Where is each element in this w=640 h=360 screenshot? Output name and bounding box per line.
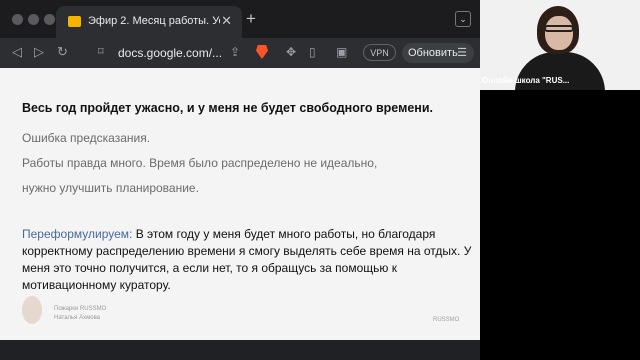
glasses-icon [544,25,574,32]
reformulate-label: Переформулируем: [22,227,133,241]
wallet-icon[interactable]: ▣ [336,45,347,59]
tab-title: Эфир 2. Месяц работы. Успех [88,15,220,27]
update-label: Обновить [408,47,458,59]
close-window-dot[interactable] [12,14,23,25]
url-text[interactable]: docs.google.com/... [118,46,228,60]
line-work-time: Работы правда много. Время было распреде… [22,156,378,170]
tab-bar: Эфир 2. Месяц работы. Успех ✕ + ⌄ [0,0,480,38]
line-planning: нужно улучшить планирование. [22,181,199,195]
slides-favicon-icon [68,16,81,27]
author-avatar [22,296,42,324]
footer-line2: Наталья Ахмова [54,315,101,321]
tab-close-icon[interactable]: ✕ [221,13,232,29]
forward-icon[interactable]: ▷ [34,44,44,60]
bookmark-icon[interactable]: ⌑ [98,45,104,58]
document-heading: Весь год пройдет ужасно, и у меня не буд… [22,101,433,115]
tab-search-icon[interactable]: ⌄ [455,11,471,27]
minimize-window-dot[interactable] [28,14,39,25]
maximize-window-dot[interactable] [44,14,55,25]
back-icon[interactable]: ◁ [12,44,22,60]
reload-icon[interactable]: ↻ [57,44,68,60]
document-page: Весь год пройдет ужасно, и у меня не буд… [0,68,480,340]
browser-window: Эфир 2. Месяц работы. Успех ✕ + ⌄ ◁ ▷ ↻ … [0,0,480,360]
footer-brand: RUSSMO [433,317,460,323]
menu-icon[interactable]: ☰ [457,43,467,63]
footer-line1: Пожарки RUSSMO [54,306,107,312]
toolbar: ◁ ▷ ↻ ⌑ docs.google.com/... ⇪ ✥ ▯ ▣ VPN … [0,38,480,68]
update-button[interactable]: Обновить ☰ [402,43,474,63]
extensions-icon[interactable]: ✥ [286,45,296,59]
brave-shield-icon[interactable] [256,45,268,59]
vpn-button[interactable]: VPN [363,44,396,61]
new-tab-icon[interactable]: + [246,9,256,29]
sidebar-icon[interactable]: ▯ [309,45,316,59]
presenter-name-tag: Онлайн-школа "RUS... [482,76,570,85]
active-tab[interactable]: Эфир 2. Месяц работы. Успех ✕ [56,6,242,38]
person-face [545,16,573,50]
share-icon[interactable]: ⇪ [230,45,240,59]
vpn-label: VPN [370,48,389,58]
reformulation-paragraph: Переформулируем: В этом году у меня буде… [22,226,472,294]
address-bar[interactable]: ⌑ docs.google.com/... [98,42,248,64]
line-prediction-error: Ошибка предсказания. [22,131,151,145]
